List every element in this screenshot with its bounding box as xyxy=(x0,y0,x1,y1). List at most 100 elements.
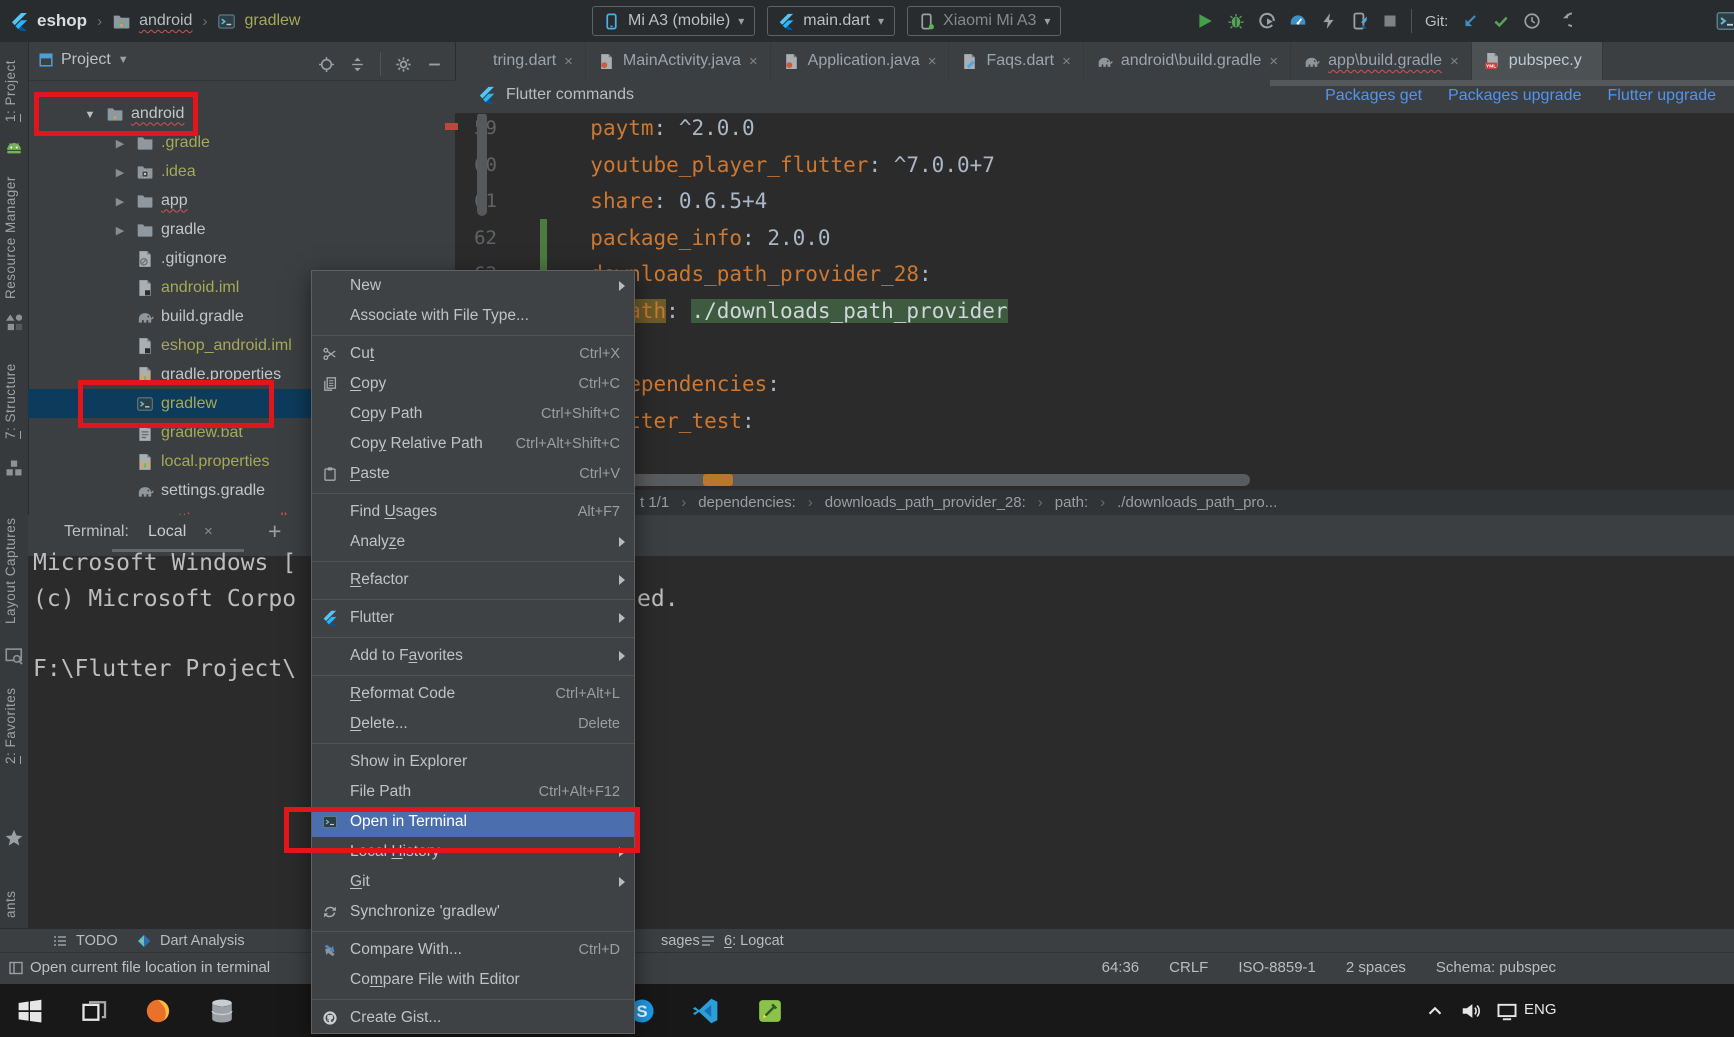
menu-item[interactable]: Synchronize 'gradlew' xyxy=(312,897,634,927)
run-config-dropdown[interactable]: Mi A3 (mobile) ▾ xyxy=(592,6,755,36)
close-icon[interactable]: × xyxy=(749,53,758,70)
editor-tab[interactable]: MainActivity.java × xyxy=(586,42,771,80)
toolwindow-stripe-button[interactable]: 7: Structure xyxy=(3,348,25,454)
menu-item[interactable]: Reformat Code Ctrl+Alt+L xyxy=(312,679,634,709)
profile-button[interactable] xyxy=(1258,12,1276,30)
flutter-command-link[interactable]: Flutter upgrade xyxy=(1607,87,1716,105)
breadcrumb-item[interactable]: android › xyxy=(112,12,209,31)
tree-row[interactable]: .gitignore xyxy=(28,244,455,273)
toolwindow-stripe-button[interactable]: Resource Manager xyxy=(3,170,25,306)
toolwindow-stripe-button[interactable]: ants xyxy=(3,880,25,928)
toolwindow-button[interactable]: TODO xyxy=(52,931,118,951)
toolwindow-stripe-button[interactable]: 2: Favorites xyxy=(3,676,25,776)
breadcrumb-item[interactable]: path: xyxy=(1055,494,1117,511)
menu-item[interactable]: Copy Relative Path Ctrl+Alt+Shift+C xyxy=(312,429,634,459)
status-widget[interactable]: 64:36 xyxy=(1102,959,1140,976)
status-widget[interactable]: ISO-8859-1 xyxy=(1238,959,1316,976)
horizontal-scrollbar[interactable] xyxy=(558,474,1250,486)
menu-item[interactable]: File Path Ctrl+Alt+F12 xyxy=(312,777,634,807)
taskbar-app-button[interactable] xyxy=(80,997,108,1025)
close-icon[interactable]: × xyxy=(928,53,937,70)
menu-item[interactable]: Delete... Delete xyxy=(312,709,634,739)
expand-arrow-icon[interactable] xyxy=(112,134,128,152)
editor-tab[interactable]: app\build.gradle × xyxy=(1291,42,1472,80)
flutter-command-link[interactable]: Packages upgrade xyxy=(1448,87,1581,105)
taskbar-app-button[interactable] xyxy=(16,997,44,1025)
code-editor[interactable]: 59 paytm: ^2.0.0 60 youtube_player_flutt… xyxy=(455,110,1734,439)
breadcrumb-item[interactable]: downloads_path_provider_28: xyxy=(825,494,1055,511)
menu-item[interactable]: Copy Ctrl+C xyxy=(312,369,634,399)
terminal-tab-local[interactable]: Local xyxy=(148,523,186,541)
menu-item[interactable]: Compare With... Ctrl+D xyxy=(312,935,634,965)
run-config-dropdown[interactable]: main.dart ▾ xyxy=(767,6,895,36)
taskbar-app-button[interactable] xyxy=(756,997,784,1025)
breadcrumb-item[interactable]: eshop › xyxy=(10,11,104,31)
tray-icon[interactable] xyxy=(1424,1000,1446,1022)
menu-item[interactable]: Create Gist... xyxy=(312,1003,634,1033)
breadcrumb-item[interactable]: gradlew › xyxy=(217,12,300,31)
editor-tab[interactable]: Application.java × xyxy=(771,42,950,80)
tree-row[interactable]: app xyxy=(28,186,455,215)
profiler-button[interactable] xyxy=(1289,12,1307,30)
run-button[interactable] xyxy=(1196,12,1214,30)
apply-changes-button[interactable] xyxy=(1320,12,1338,30)
terminal-output[interactable]: Microsoft Windows [(c) Microsoft Corpoed… xyxy=(28,556,1734,928)
shapes-icon[interactable] xyxy=(4,312,24,332)
editor-tab[interactable]: android\build.gradle × xyxy=(1084,42,1291,80)
run-config-dropdown[interactable]: Xiaomi Mi A3 ▾ xyxy=(907,6,1061,36)
attach-debugger-button[interactable] xyxy=(1351,12,1369,30)
toolwindow-button[interactable]: 6: Logcat xyxy=(700,931,784,951)
tray-icon[interactable] xyxy=(1460,1000,1482,1022)
menu-item[interactable]: Find Usages Alt+F7 xyxy=(312,497,634,527)
toolwindow-button[interactable]: Dart Analysis xyxy=(136,931,245,951)
menu-item[interactable]: Flutter xyxy=(312,603,634,633)
star-icon[interactable] xyxy=(4,828,24,848)
android-head-icon[interactable] xyxy=(4,138,24,158)
menu-item[interactable]: Copy Path Ctrl+Shift+C xyxy=(312,399,634,429)
settings-button[interactable] xyxy=(395,56,412,73)
blocks-icon[interactable] xyxy=(4,458,24,478)
tray-icon[interactable] xyxy=(1496,1000,1518,1022)
close-icon[interactable]: × xyxy=(564,53,573,70)
status-widget[interactable]: 2 spaces xyxy=(1346,959,1406,976)
project-view-selector[interactable]: Project ▼ xyxy=(38,51,129,69)
close-icon[interactable]: × xyxy=(204,523,213,540)
tree-row[interactable]: gradle xyxy=(28,215,455,244)
status-widget[interactable]: CRLF xyxy=(1169,959,1208,976)
menu-item[interactable]: Git xyxy=(312,867,634,897)
expand-arrow-icon[interactable] xyxy=(112,163,128,181)
breadcrumb-item[interactable]: ./downloads_path_pro... xyxy=(1117,494,1277,511)
close-icon[interactable]: × xyxy=(1269,53,1278,70)
toolwindow-stripe-button[interactable]: Layout Captures xyxy=(3,500,25,642)
taskbar-app-button[interactable] xyxy=(144,997,172,1025)
close-icon[interactable]: × xyxy=(1450,53,1459,70)
menu-item[interactable]: Add to Favorites xyxy=(312,641,634,671)
breadcrumb-item[interactable]: dependencies: xyxy=(698,494,825,511)
capture-icon[interactable] xyxy=(4,646,24,666)
language-indicator[interactable]: ENG xyxy=(1524,1001,1557,1018)
menu-item[interactable]: Cut Ctrl+X xyxy=(312,339,634,369)
taskbar-app-button[interactable] xyxy=(208,997,236,1025)
status-widget[interactable]: Schema: pubspec xyxy=(1436,959,1556,976)
flutter-command-link[interactable]: Packages get xyxy=(1325,87,1422,105)
menu-item[interactable]: Show in Explorer xyxy=(312,747,634,777)
debug-button[interactable] xyxy=(1227,12,1245,30)
menu-item[interactable]: Analyze xyxy=(312,527,634,557)
menu-item[interactable]: New xyxy=(312,271,634,301)
tree-row[interactable]: .idea xyxy=(28,157,455,186)
git-rollback-button[interactable] xyxy=(1554,12,1572,30)
taskbar-app-button[interactable] xyxy=(692,997,720,1025)
editor-tab[interactable]: Faqs.dart × xyxy=(949,42,1083,80)
terminal-toolbar-icon[interactable] xyxy=(1714,9,1734,33)
breadcrumb-item[interactable]: t 1/1 xyxy=(640,494,698,511)
expand-arrow-icon[interactable] xyxy=(112,192,128,210)
collapse-all-button[interactable] xyxy=(349,56,366,73)
stop-button[interactable] xyxy=(1382,13,1398,29)
toolwindow-button[interactable]: sages xyxy=(637,931,700,951)
close-icon[interactable]: × xyxy=(1062,53,1071,70)
expand-arrow-icon[interactable] xyxy=(112,221,128,239)
scrollbar-thumb[interactable] xyxy=(477,112,487,216)
menu-item[interactable]: Associate with File Type... xyxy=(312,301,634,331)
menu-item[interactable]: Paste Ctrl+V xyxy=(312,459,634,489)
locate-file-button[interactable] xyxy=(318,56,335,73)
